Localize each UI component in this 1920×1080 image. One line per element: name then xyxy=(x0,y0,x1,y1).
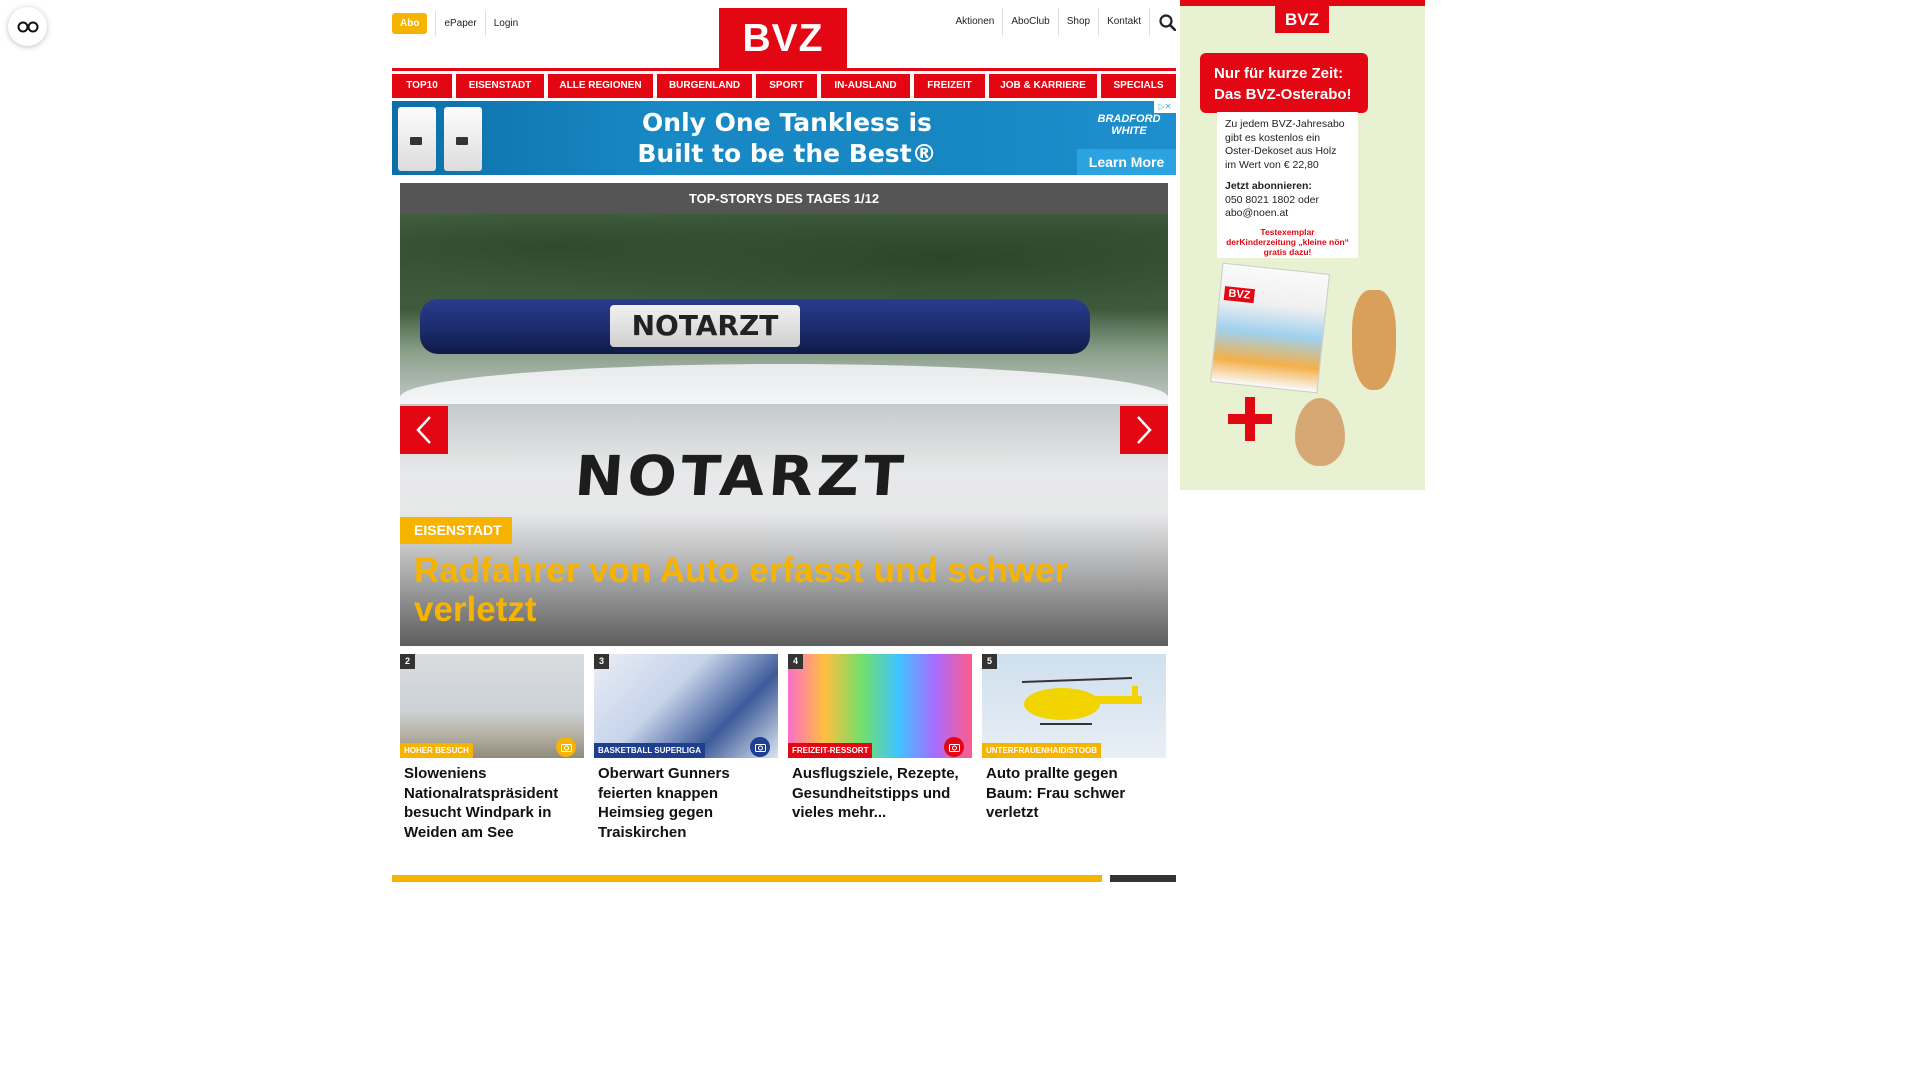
teaser-card[interactable]: 3 BASKETBALL SUPERLIGA Oberwart Gunners … xyxy=(594,654,778,842)
site-header: Abo ePaper Login BVZ Aktionen AboClub Sh… xyxy=(392,0,1176,68)
teaser-title[interactable]: Oberwart Gunners feierten knappen Heimsi… xyxy=(594,764,778,842)
login-link[interactable]: Login xyxy=(484,11,526,36)
search-button[interactable] xyxy=(1150,8,1176,36)
main-nav: TOP10 EISENSTADT ALLE REGIONEN BURGENLAN… xyxy=(392,74,1176,98)
banner-line-1: Only One Tankless is xyxy=(642,108,932,137)
teaser-image[interactable]: 5 UNTERFRAUENHAID/STOOB xyxy=(982,654,1166,758)
header-divider xyxy=(392,68,1176,71)
top-left-links: Abo ePaper Login xyxy=(392,11,526,36)
teaser-title[interactable]: Sloweniens Nationalratspräsident besucht… xyxy=(400,764,584,842)
teaser-category-badge: BASKETBALL SUPERLIGA xyxy=(594,743,705,758)
banner-headline: Only One Tankless is Built to be the Bes… xyxy=(592,107,982,169)
chevron-right-icon xyxy=(1137,416,1152,444)
search-icon xyxy=(1159,13,1176,31)
nav-item-top10[interactable]: TOP10 xyxy=(392,74,452,98)
side-ad-body: Zu jedem BVZ-Jahresabo gibt es kostenlos… xyxy=(1225,118,1345,171)
section-bar-end xyxy=(1110,875,1176,882)
teaser-category-badge: FREIZEIT-RESSORT xyxy=(788,743,873,758)
slider-prev-button[interactable] xyxy=(400,406,448,454)
teaser-rank: 3 xyxy=(594,654,609,669)
nav-item-sport[interactable]: SPORT xyxy=(756,74,817,98)
glasses-icon xyxy=(17,21,38,32)
camera-icon xyxy=(556,737,576,757)
main-column: Abo ePaper Login BVZ Aktionen AboClub Sh… xyxy=(392,0,1176,882)
nav-item-specials[interactable]: SPECIALS xyxy=(1101,74,1176,98)
teaser-rank: 5 xyxy=(982,654,997,669)
plus-icon xyxy=(1228,397,1272,441)
section-bar xyxy=(392,875,1102,882)
teaser-image[interactable]: 2 HOHER BESUCH xyxy=(400,654,584,758)
teaser-category-badge: HOHER BESUCH xyxy=(400,743,473,758)
kontakt-link[interactable]: Kontakt xyxy=(1099,8,1150,36)
side-ad-logo: BVZ xyxy=(1275,6,1329,33)
nav-item-job-karriere[interactable]: JOB & KARRIERE xyxy=(989,74,1097,98)
teaser-card[interactable]: 4 FREIZEIT-RESSORT Ausflugsziele, Rezept… xyxy=(788,654,972,842)
side-ad-offer: Nur für kurze Zeit: Das BVZ-Osterabo! xyxy=(1200,53,1368,113)
wooden-bunny-image xyxy=(1352,290,1396,390)
hero-headline[interactable]: Radfahrer von Auto erfasst und schwer ve… xyxy=(414,551,1134,629)
side-ad-contact: 050 8021 1802 oder abo@noen.at xyxy=(1225,193,1320,220)
magazine-image: BVZ xyxy=(1210,262,1330,394)
camera-icon xyxy=(750,737,770,757)
teaser-rank: 4 xyxy=(788,654,803,669)
vehicle-lettering: NOTARZT xyxy=(572,443,910,509)
teaser-category-badge: UNTERFRAUENHAID/STOOB xyxy=(982,743,1101,758)
side-ad-osterabo[interactable]: BVZ Nur für kurze Zeit: Das BVZ-Osterabo… xyxy=(1180,0,1425,490)
banner-brand: BRADFORD WHITE xyxy=(1097,113,1161,137)
aboclub-link[interactable]: AboClub xyxy=(1003,8,1059,36)
emergency-lightbar: NOTARZT xyxy=(420,299,1090,354)
shop-link[interactable]: Shop xyxy=(1059,8,1100,36)
side-ad-card: Zu jedem BVZ-Jahresabo gibt es kostenlos… xyxy=(1217,112,1358,258)
banner-learn-more-button[interactable]: Learn More xyxy=(1077,149,1176,175)
side-ad-kids-note: Testexemplar derKinderzeitung „kleine nö… xyxy=(1226,226,1349,257)
abo-button[interactable]: Abo xyxy=(392,13,428,34)
hero-category-badge[interactable]: EISENSTADT xyxy=(400,517,512,544)
teaser-image[interactable]: 3 BASKETBALL SUPERLIGA xyxy=(594,654,778,758)
teaser-title[interactable]: Auto prallte gegen Baum: Frau schwer ver… xyxy=(982,764,1166,823)
aktionen-link[interactable]: Aktionen xyxy=(947,8,1004,36)
teaser-image[interactable]: 4 FREIZEIT-RESSORT xyxy=(788,654,972,758)
teaser-card[interactable]: 2 HOHER BESUCH Sloweniens Nationalratspr… xyxy=(400,654,584,842)
banner-ad[interactable]: Only One Tankless is Built to be the Bes… xyxy=(392,101,1176,175)
water-heater-image xyxy=(398,107,490,173)
top-story-slider[interactable]: TOP-STORYS DES TAGES 1/12 NOTARZT NOTARZ… xyxy=(400,183,1168,646)
nav-item-eisenstadt[interactable]: EISENSTADT xyxy=(456,74,544,98)
ad-choices-icon[interactable]: ▷✕ xyxy=(1154,101,1176,113)
nav-item-burgenland[interactable]: BURGENLAND xyxy=(657,74,752,98)
site-logo[interactable]: BVZ xyxy=(719,8,847,68)
slider-header: TOP-STORYS DES TAGES 1/12 xyxy=(400,183,1168,214)
epaper-link[interactable]: ePaper xyxy=(435,11,484,36)
side-ad-subtitle: Jetzt abonnieren: xyxy=(1225,180,1312,192)
teaser-title[interactable]: Ausflugsziele, Rezepte, Gesundheitstipps… xyxy=(788,764,972,823)
lightbar-label: NOTARZT xyxy=(610,305,800,347)
teaser-rank: 2 xyxy=(400,654,415,669)
nav-item-in-ausland[interactable]: IN-AUSLAND xyxy=(821,74,910,98)
banner-line-2: Built to be the Best® xyxy=(637,139,937,168)
top-right-links: Aktionen AboClub Shop Kontakt xyxy=(947,8,1176,36)
wooden-egg-image xyxy=(1295,398,1345,466)
offer-line-1: Nur für kurze Zeit: xyxy=(1214,65,1344,82)
accessibility-button[interactable] xyxy=(8,7,47,46)
teaser-card[interactable]: 5 UNTERFRAUENHAID/STOOB Auto prallte geg… xyxy=(982,654,1166,842)
camera-icon xyxy=(944,737,964,757)
slider-next-button[interactable] xyxy=(1120,406,1168,454)
chevron-left-icon xyxy=(416,416,431,444)
magazine-logo: BVZ xyxy=(1223,286,1255,304)
nav-item-freizeit[interactable]: FREIZEIT xyxy=(914,74,985,98)
offer-line-2: Das BVZ-Osterabo! xyxy=(1214,86,1352,103)
nav-item-alle-regionen[interactable]: ALLE REGIONEN xyxy=(548,74,653,98)
top-story-teasers: 2 HOHER BESUCH Sloweniens Nationalratspr… xyxy=(400,654,1168,842)
